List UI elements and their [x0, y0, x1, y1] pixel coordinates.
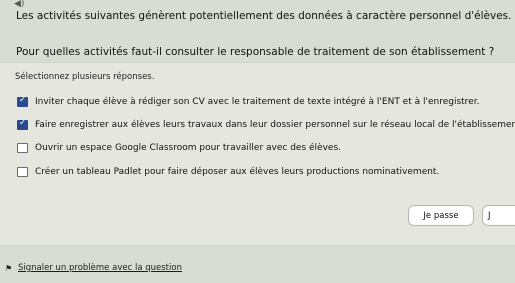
question-line-2: Pour quelles activités faut-il consulter… [16, 46, 495, 58]
answer-option-2[interactable]: Faire enregistrer aux élèves leurs trava… [17, 118, 515, 132]
next-button[interactable]: J [482, 205, 515, 226]
footer-divider [0, 245, 515, 246]
checkbox-checked-icon[interactable] [17, 95, 28, 107]
answer-option-label: Ouvrir un espace Google Classroom pour t… [35, 143, 342, 153]
skip-button[interactable]: Je passe [408, 205, 474, 226]
report-problem-label: Signaler un problème avec la question [18, 263, 182, 273]
checkbox-icon[interactable] [17, 143, 28, 153]
answer-option-4[interactable]: Créer un tableau Padlet pour faire dépos… [17, 165, 439, 179]
flag-icon: ⚑ [5, 263, 13, 273]
checkbox-icon[interactable] [17, 167, 28, 177]
answer-option-3[interactable]: Ouvrir un espace Google Classroom pour t… [17, 141, 341, 155]
answer-option-label: Inviter chaque élève à rédiger son CV av… [35, 97, 480, 107]
checkbox-checked-icon[interactable] [17, 118, 28, 130]
report-problem-link[interactable]: ⚑ Signaler un problème avec la question [5, 263, 182, 273]
answer-option-label: Créer un tableau Padlet pour faire dépos… [35, 167, 440, 177]
speaker-icon[interactable]: ◀) [14, 0, 28, 9]
answer-hint: Sélectionnez plusieurs réponses. [15, 72, 155, 82]
answer-option-1[interactable]: Inviter chaque élève à rédiger son CV av… [17, 95, 479, 109]
answer-option-label: Faire enregistrer aux élèves leurs trava… [35, 120, 515, 130]
question-line-1: Les activités suivantes génèrent potenti… [16, 10, 512, 22]
